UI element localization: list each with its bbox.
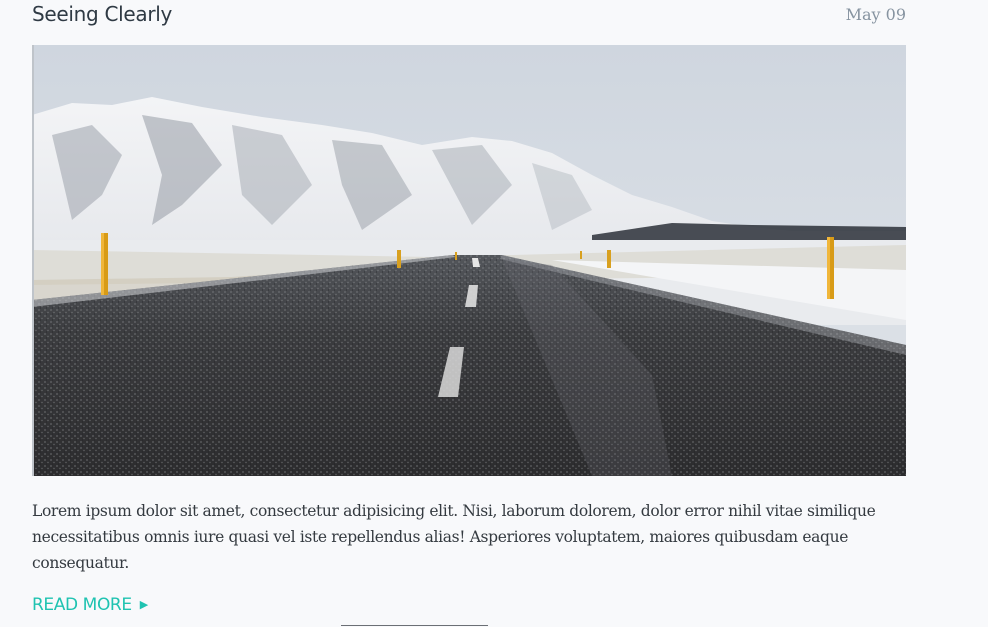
blog-post: Seeing Clearly May 09 Lorem ipsum dolor … [32,0,906,615]
section-divider [341,625,488,626]
read-more-link[interactable]: READ MORE ▶ [32,593,148,617]
post-featured-image[interactable] [32,45,906,476]
post-title[interactable]: Seeing Clearly [32,0,172,28]
read-more-label: READ MORE [32,595,132,615]
play-arrow-icon: ▶ [139,598,148,611]
post-excerpt: Lorem ipsum dolor sit amet, consectetur … [32,502,876,572]
post-header: Seeing Clearly May 09 [32,0,906,30]
post-date: May 09 [845,5,906,24]
